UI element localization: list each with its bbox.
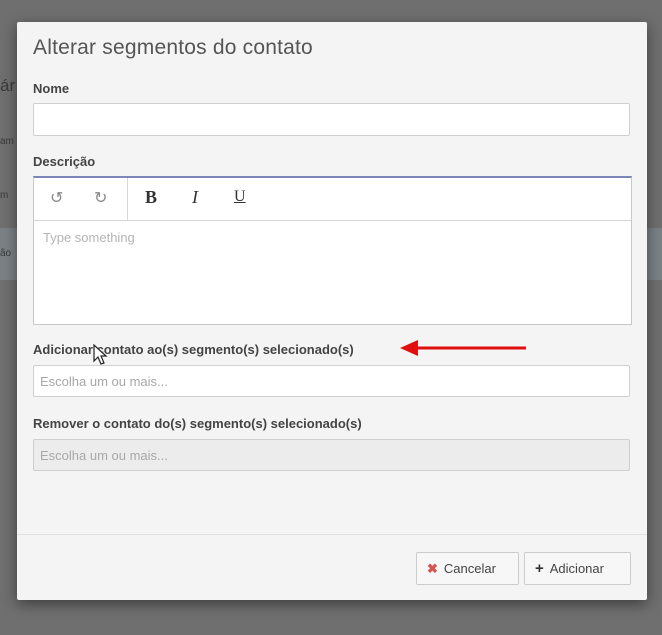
mouse-cursor	[93, 344, 108, 365]
background-text: m	[0, 190, 9, 201]
close-icon: ✖	[427, 560, 438, 576]
toolbar-divider	[127, 178, 128, 220]
segments-modal: Alterar segmentos do contato Nome Descri…	[17, 22, 647, 600]
cancel-label: Cancelar	[443, 561, 496, 576]
modal-title: Alterar segmentos do contato	[33, 36, 313, 59]
undo-icon[interactable]: ↺	[50, 188, 63, 208]
remove-segments-label: Remover o contato do(s) segmento(s) sele…	[33, 416, 362, 431]
plus-icon: +	[535, 560, 544, 577]
description-editor: ↺ ↻ B I U Type something	[33, 176, 632, 325]
background-text: ão	[0, 248, 12, 259]
name-label: Nome	[33, 81, 70, 96]
description-label: Descrição	[33, 154, 96, 169]
background-text: ár	[0, 76, 16, 95]
add-button[interactable]: + Adicionar	[524, 552, 631, 585]
editor-toolbar: ↺ ↻ B I U	[34, 178, 631, 221]
add-segments-label: Adicionar contato ao(s) segmento(s) sele…	[33, 342, 354, 357]
cancel-button[interactable]: ✖ Cancelar	[416, 552, 519, 585]
red-arrow-annotation	[400, 340, 526, 356]
remove-segments-input[interactable]	[33, 439, 630, 471]
italic-button[interactable]: I	[192, 187, 198, 208]
redo-icon[interactable]: ↻	[94, 188, 107, 208]
add-segments-input[interactable]	[33, 365, 630, 397]
editor-placeholder[interactable]: Type something	[43, 230, 135, 245]
background-text: am	[0, 136, 14, 147]
underline-button[interactable]: U	[234, 188, 246, 206]
bold-button[interactable]: B	[145, 187, 157, 208]
name-input[interactable]	[33, 103, 630, 136]
footer-divider	[17, 534, 647, 535]
add-label: Adicionar	[549, 561, 604, 576]
